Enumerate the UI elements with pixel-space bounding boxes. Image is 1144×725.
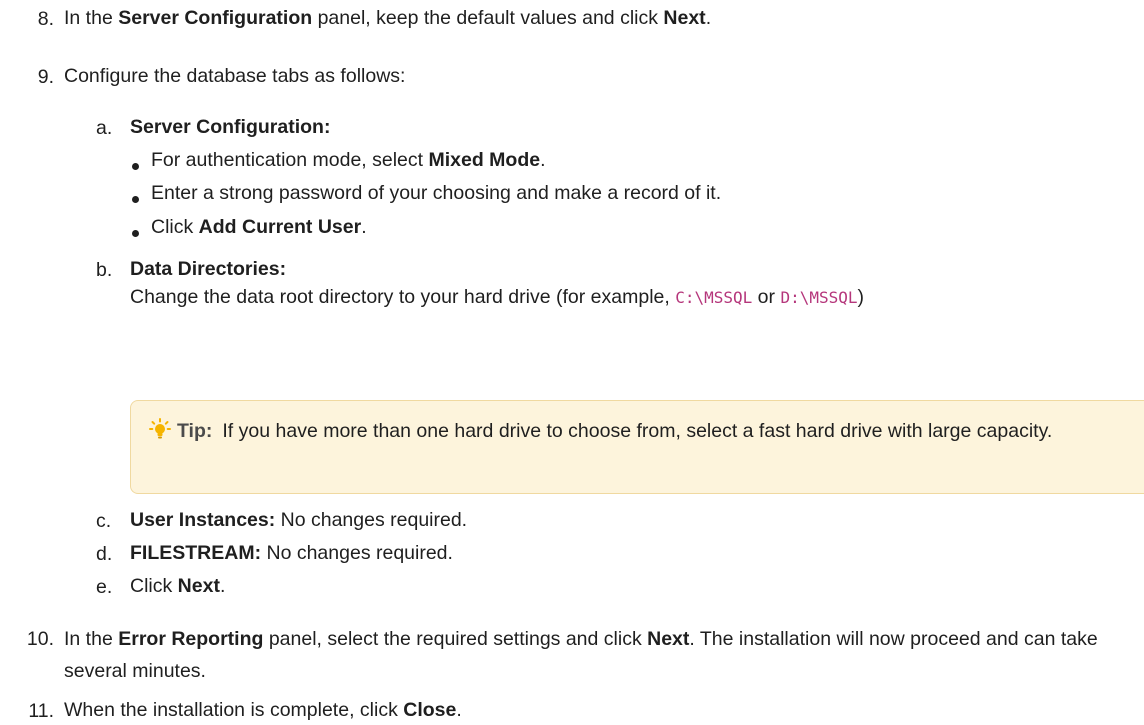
tip-callout: Tip: If you have more than one hard drive…	[130, 400, 1144, 494]
code-path: C:\MSSQL	[675, 288, 753, 307]
bullet-dot	[132, 230, 139, 237]
substep-title: User Instances:	[130, 509, 276, 531]
text-span: or	[752, 286, 781, 308]
lightbulb-icon	[149, 417, 171, 451]
text-span: Click	[130, 575, 178, 597]
text-span: No changes required.	[261, 542, 453, 564]
document: 8. In the Server Configuration panel, ke…	[0, 0, 1144, 722]
substep-title: Server Configuration:	[130, 116, 331, 138]
text-span: .	[540, 149, 546, 171]
text-span: panel, keep the default values and click	[312, 7, 664, 29]
bold-term: Mixed Mode	[428, 149, 541, 171]
tip-text: If you have more than one hard drive to …	[222, 420, 1053, 442]
substep-letter: d.	[96, 543, 113, 565]
substep-letter: e.	[96, 576, 113, 598]
bold-term: Next	[663, 7, 706, 29]
text-span: When the installation is complete, click	[64, 699, 404, 721]
bullet-text: Enter a strong password of your choosing…	[151, 182, 722, 204]
substep-description: Change the data root directory to your h…	[130, 282, 864, 313]
substep-letter: c.	[96, 510, 112, 532]
text-span: Change the data root directory to your h…	[130, 286, 676, 308]
code-path: D:\MSSQL	[780, 288, 858, 307]
step-text: In the Server Configuration panel, keep …	[64, 3, 1140, 33]
substep-title: FILESTREAM:	[130, 542, 262, 564]
step-number: 10.	[26, 628, 54, 650]
substep-letter: b.	[96, 259, 113, 281]
text-span: .	[705, 7, 712, 29]
bold-term: Next	[647, 628, 690, 650]
bold-term: Server Configuration	[118, 7, 313, 29]
tip-label: Tip:	[177, 420, 213, 442]
text-span: In the	[64, 628, 119, 650]
bold-term: Close	[403, 699, 457, 721]
text-span: panel, select the required settings and …	[263, 628, 648, 650]
substep-title: Data Directories:	[130, 258, 287, 280]
bullet-dot	[132, 196, 139, 203]
text-span: For authentication mode, select	[151, 149, 429, 171]
text-span: .	[456, 699, 462, 721]
bullet-dot	[132, 163, 139, 170]
text-span: Click	[151, 216, 199, 238]
substep-letter: a.	[96, 117, 113, 139]
bold-term: Add Current User	[198, 216, 362, 238]
text-span: No changes required.	[275, 509, 468, 531]
bold-term: Error Reporting	[118, 628, 264, 650]
step-text: Configure the database tabs as follows:	[64, 65, 406, 87]
step-text: When the installation is complete, click…	[64, 695, 1140, 725]
step-text: In the Error Reporting panel, select the…	[64, 623, 1140, 687]
text-span: In the	[64, 7, 119, 29]
step-number: 8.	[37, 8, 54, 30]
step-number: 9.	[37, 66, 54, 88]
text-span: .	[219, 575, 226, 597]
bold-term: Next	[177, 575, 220, 597]
text-span: )	[857, 286, 865, 308]
text-span: .	[361, 216, 367, 238]
